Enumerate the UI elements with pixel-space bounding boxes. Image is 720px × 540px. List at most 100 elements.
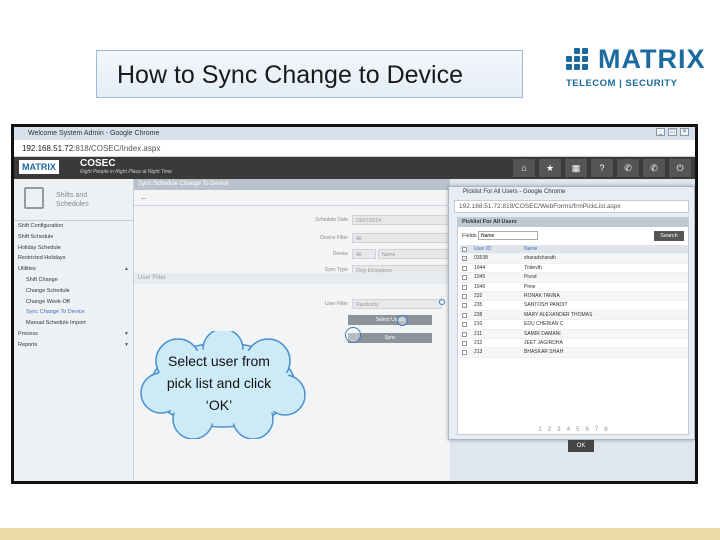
close-icon[interactable]: × — [680, 128, 689, 136]
sidebar-item-label: Shift Schedule — [18, 233, 54, 240]
table-row[interactable]: 213 BHASKAR SHAH — [460, 348, 688, 358]
field-value[interactable]: Randomly — [352, 299, 442, 309]
select-users-button[interactable]: Select Users — [348, 315, 432, 325]
sidebar-item[interactable]: Manual Schedule Import — [14, 318, 133, 329]
table-row[interactable]: 1046 Pime — [460, 283, 688, 292]
sidebar-item[interactable]: Shift Change — [14, 275, 133, 286]
fields-select[interactable]: Name — [478, 231, 538, 240]
table-row[interactable]: ✓ 03538 sharadsharath — [460, 254, 688, 264]
field-value[interactable]: All — [352, 249, 376, 259]
panel-title: Sync Schedule Change To Device — [134, 179, 450, 190]
row-checkbox[interactable] — [462, 312, 467, 318]
sidebar-item[interactable]: Shift Configuration — [14, 221, 133, 232]
row-checkbox[interactable] — [462, 340, 467, 346]
user-id-cell: 213 — [474, 349, 483, 356]
row-checkbox[interactable] — [462, 331, 467, 337]
sidebar-nav: Shift Configuration Shift Schedule Holiday… — [14, 221, 133, 351]
matrix-logo-icon — [566, 46, 594, 74]
field-label: Device — [332, 251, 348, 257]
table-header: User ID Name — [460, 245, 688, 255]
home-icon[interactable]: ⌂ — [513, 159, 535, 177]
url-path: :818/COSEC/Index.aspx — [73, 144, 161, 153]
sidebar-item[interactable]: Utilities ▲ — [14, 264, 133, 275]
field-label: Device Filter — [320, 235, 348, 241]
user-id-cell: 1046 — [474, 283, 486, 290]
url-host: 192.168.51.72 — [22, 144, 74, 153]
user-table: User ID Name ✓ 03538 sharadsharath 1044 Tridev… — [460, 245, 688, 358]
sidebar-item-label: Reports — [18, 341, 38, 348]
sidebar-item[interactable]: Restricted Holidays — [14, 253, 133, 264]
table-row[interactable]: 212 JEET JAGIRDHA — [460, 339, 688, 349]
logo-name: MATRIX — [598, 44, 706, 74]
select-all-checkbox[interactable] — [462, 247, 467, 252]
phone-icon[interactable]: ✆ — [643, 159, 665, 177]
caret-icon[interactable]: ▼ — [124, 329, 129, 340]
row-checkbox[interactable] — [462, 293, 467, 299]
callout-pointer — [345, 327, 361, 343]
browser-titlebar: Welcome System Admin - Google Chrome _ □… — [14, 127, 695, 140]
row-checkbox[interactable] — [462, 284, 467, 290]
ok-button[interactable]: OK — [568, 440, 594, 452]
row-checkbox[interactable] — [462, 265, 467, 271]
maximize-icon[interactable]: □ — [668, 128, 677, 136]
picklist-search: Fields Name Search — [458, 227, 688, 244]
user-id-cell: 212 — [474, 339, 483, 346]
sidebar-item-label: Holiday Schedule — [18, 244, 61, 251]
table-row[interactable]: 1045 Pivod — [460, 273, 688, 283]
sidebar-item[interactable]: Change Schedule — [14, 286, 133, 297]
callout-text: Select user from pick list and click ‘OK… — [166, 353, 272, 413]
minimize-icon[interactable]: _ — [656, 128, 665, 136]
sidebar-item-label: Shift Change — [26, 276, 58, 283]
sidebar-item-label: Process — [18, 330, 38, 337]
caret-icon[interactable]: ▲ — [124, 264, 129, 275]
table-row[interactable]: 1044 Tridevth — [460, 264, 688, 274]
sidebar-item-label: Utilities — [18, 266, 36, 273]
row-checkbox[interactable] — [462, 350, 467, 356]
search-button[interactable]: Search — [654, 231, 684, 241]
phone-icon[interactable]: ✆ — [617, 159, 639, 177]
user-filter-section: User Filter — [134, 273, 450, 284]
field-value[interactable]: 03/07/2014 — [352, 215, 462, 225]
picklist-heading: Picklist For All Users — [458, 218, 688, 227]
sidebar: Shifts and Schedules Shift Configuration S… — [14, 179, 134, 481]
address-bar[interactable]: 192.168.51.72:818/COSEC/Index.aspx — [14, 140, 695, 157]
column-header[interactable]: Name — [524, 245, 537, 254]
sidebar-item[interactable]: Sync Change To Device — [14, 307, 133, 318]
sidebar-item[interactable]: Reports ▼ — [14, 340, 133, 351]
logo-tagline: TELECOM | SECURITY — [566, 78, 678, 89]
row-checkbox[interactable] — [462, 275, 467, 281]
table-row[interactable]: 211 SAMIR DAMANI — [460, 329, 688, 339]
help-icon[interactable]: ? — [591, 159, 613, 177]
sidebar-item[interactable]: Shift Schedule — [14, 232, 133, 243]
popup-address-bar[interactable]: 192.168.51.72:818/COSEC/WebForms/frmPick… — [454, 200, 689, 213]
browser-title: Welcome System Admin - Google Chrome — [28, 130, 160, 137]
pagination[interactable]: 1 2 3 4 5 6 7 8 — [458, 426, 690, 433]
caret-icon[interactable]: ▼ — [124, 340, 129, 351]
table-row[interactable]: 232 RONAK TANNA — [460, 291, 688, 302]
sidebar-item[interactable]: Process ▼ — [14, 329, 133, 340]
column-header[interactable]: User ID — [474, 245, 491, 254]
app-header: MATRIX COSEC Right People in Right Place… — [14, 157, 695, 179]
power-icon[interactable]: ⏻ — [669, 159, 691, 177]
sidebar-item[interactable]: Holiday Schedule — [14, 243, 133, 254]
star-icon[interactable]: ★ — [539, 159, 561, 177]
row-checkbox[interactable]: ✓ — [462, 256, 467, 262]
app-tagline: Right People in Right Place at Right Tim… — [80, 169, 172, 175]
field-label: Schedule Date — [315, 217, 348, 223]
browser-window: Welcome System Admin - Google Chrome _ □… — [14, 127, 695, 481]
table-row[interactable]: 210 EDU CHERIAN C — [460, 320, 688, 330]
user-name-cell: Pivod — [524, 274, 537, 281]
picklist-popup: Picklist For All Users - Google Chrome 1… — [448, 186, 695, 452]
callout-pointer — [397, 315, 408, 326]
table-icon[interactable]: ▦ — [565, 159, 587, 177]
sidebar-item-label: Manual Schedule Import — [26, 320, 86, 327]
user-id-cell: 232 — [474, 292, 483, 299]
user-name-cell: Pime — [524, 283, 536, 290]
user-name-cell: EDU CHERIAN C — [524, 321, 564, 328]
row-checkbox[interactable] — [462, 322, 467, 328]
back-button[interactable]: ← — [134, 190, 450, 206]
sidebar-item[interactable]: Change Week-Off — [14, 297, 133, 308]
table-row[interactable]: 238 MARY ALEXANDER THOMAS — [460, 310, 688, 321]
table-row[interactable]: 235 SANTOSH PANDIT — [460, 301, 688, 311]
row-checkbox[interactable] — [462, 303, 467, 309]
